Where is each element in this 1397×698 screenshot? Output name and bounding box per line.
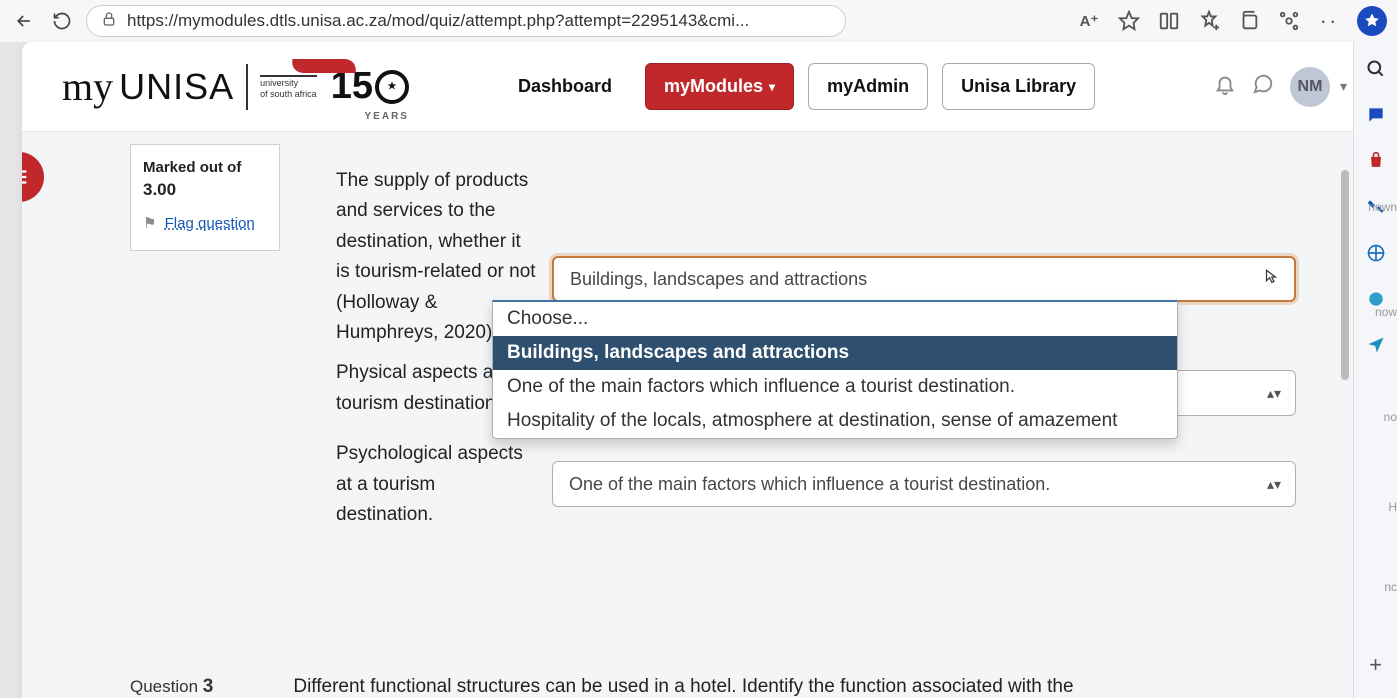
nav-mymodules[interactable]: myModules ▾: [645, 63, 794, 110]
main-nav: Dashboard myModules ▾ myAdmin Unisa Libr…: [499, 63, 1095, 110]
dropdown-option-main-factors[interactable]: One of the main factors which influence …: [493, 370, 1177, 404]
sidebar-send-icon[interactable]: [1363, 332, 1389, 358]
edge-label-4: H: [1388, 500, 1397, 514]
logo-my: my: [62, 63, 113, 110]
logo-tagline-2: of south africa: [260, 88, 317, 99]
collections-icon[interactable]: [1237, 9, 1261, 33]
favorite-star-icon[interactable]: [1117, 9, 1141, 33]
match-stem-3: Psychological aspects at a tourism desti…: [336, 439, 536, 530]
match-select-3[interactable]: One of the main factors which influence …: [552, 461, 1296, 507]
sidebar-search-icon[interactable]: [1363, 56, 1389, 82]
match-select-1[interactable]: Buildings, landscapes and attractions: [552, 256, 1296, 302]
more-icon[interactable]: ··: [1317, 9, 1341, 33]
browser-side-panel: +: [1353, 42, 1397, 698]
sidebar-chat-icon[interactable]: [1363, 102, 1389, 128]
edge-label-1: nown: [1368, 200, 1397, 214]
nav-dashboard[interactable]: Dashboard: [499, 63, 631, 110]
site-header: my UNISA university of south africa 15 Y…: [22, 42, 1387, 132]
lock-icon: [101, 11, 117, 32]
address-bar[interactable]: https://mymodules.dtls.unisa.ac.za/mod/q…: [86, 5, 846, 37]
max-mark: 3.00: [143, 180, 267, 200]
flag-question-link[interactable]: Flag question: [165, 215, 255, 232]
profile-badge-icon[interactable]: [1357, 6, 1387, 36]
back-button[interactable]: [10, 7, 38, 35]
question-info-box: Marked out of 3.00 ⚑ Flag question: [130, 144, 280, 251]
open-nav-drawer-button[interactable]: [22, 152, 44, 202]
browser-toolbar: https://mymodules.dtls.unisa.ac.za/mod/q…: [0, 0, 1397, 42]
favorites-hub-icon[interactable]: [1197, 9, 1221, 33]
extensions-icon[interactable]: [1277, 9, 1301, 33]
logo-divider: [246, 64, 248, 110]
sort-icon: ▴▾: [1267, 385, 1281, 402]
question-3-label: Question 3: [130, 676, 213, 698]
logo-150: 15 YEARS: [331, 65, 409, 108]
messages-icon[interactable]: [1252, 73, 1274, 101]
edge-label-2: now: [1375, 305, 1397, 319]
question-3-text: Different functional structures can be u…: [293, 676, 1073, 698]
site-logo[interactable]: my UNISA university of south africa 15 Y…: [62, 63, 409, 110]
edge-label-3: no: [1384, 410, 1397, 424]
dropdown-option-choose[interactable]: Choose...: [493, 302, 1177, 336]
question-3-header: Question 3 Different functional structur…: [130, 676, 1074, 698]
cursor-icon: [1262, 268, 1280, 291]
nav-library[interactable]: Unisa Library: [942, 63, 1095, 110]
page-container: my UNISA university of south africa 15 Y…: [22, 42, 1387, 698]
match-select-1-dropdown[interactable]: Choose... Buildings, landscapes and attr…: [492, 300, 1178, 439]
match-row-3: Psychological aspects at a tourism desti…: [336, 439, 1296, 530]
sort-icon: ▴▾: [1267, 476, 1281, 493]
edge-label-5: nc: [1384, 580, 1397, 594]
match-select-3-value: One of the main factors which influence …: [569, 474, 1050, 495]
sidebar-games-icon[interactable]: [1363, 240, 1389, 266]
refresh-button[interactable]: [48, 7, 76, 35]
quiz-content: Marked out of 3.00 ⚑ Flag question The s…: [22, 132, 1387, 698]
split-screen-icon[interactable]: [1157, 9, 1181, 33]
match-select-1-value: Buildings, landscapes and attractions: [570, 269, 867, 290]
flag-question[interactable]: ⚑ Flag question: [143, 214, 267, 232]
user-menu-chevron-icon[interactable]: ▾: [1340, 78, 1347, 95]
sidebar-add-icon[interactable]: +: [1363, 652, 1389, 678]
nav-mymodules-label: myModules: [664, 76, 763, 97]
nav-myadmin[interactable]: myAdmin: [808, 63, 928, 110]
logo-unisa: UNISA: [119, 66, 234, 108]
chevron-down-icon: ▾: [769, 80, 775, 94]
user-avatar[interactable]: NM: [1290, 67, 1330, 107]
url-text: https://mymodules.dtls.unisa.ac.za/mod/q…: [127, 11, 749, 31]
marked-out-of-label: Marked out of: [143, 159, 267, 176]
flag-icon: ⚑: [143, 215, 156, 232]
dropdown-option-hospitality[interactable]: Hospitality of the locals, atmosphere at…: [493, 404, 1177, 438]
notifications-icon[interactable]: [1214, 73, 1236, 101]
read-aloud-icon[interactable]: A⁺: [1077, 9, 1101, 33]
header-right: NM ▾: [1214, 67, 1347, 107]
logo-tagline-1: university: [260, 75, 317, 88]
sidebar-shopping-icon[interactable]: [1363, 148, 1389, 174]
scrollbar[interactable]: [1341, 170, 1349, 380]
dropdown-option-buildings[interactable]: Buildings, landscapes and attractions: [493, 336, 1177, 370]
